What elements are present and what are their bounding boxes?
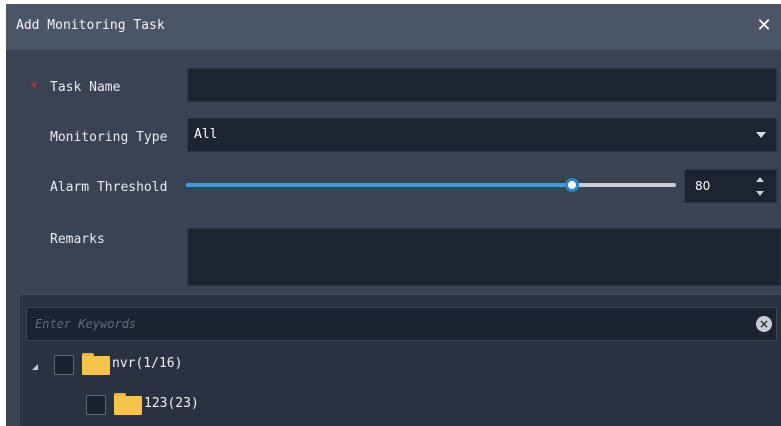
alarm-threshold-slider[interactable]	[186, 183, 676, 187]
expand-triangle-icon[interactable]	[32, 364, 38, 370]
alarm-threshold-stepper[interactable]: 80	[684, 169, 777, 203]
clear-search-icon[interactable]: ×	[756, 316, 772, 332]
folder-icon	[114, 393, 142, 415]
alarm-threshold-label: Alarm Threshold	[50, 180, 168, 195]
monitoring-type-select[interactable]: All	[187, 118, 777, 152]
tree-node-checkbox[interactable]	[54, 355, 74, 375]
close-icon[interactable]: ✕	[753, 13, 775, 39]
task-name-input[interactable]	[187, 68, 777, 102]
slider-fill	[186, 183, 578, 187]
remarks-label: Remarks	[50, 232, 105, 247]
search-input[interactable]: Enter Keywords ×	[26, 307, 777, 341]
decrement-icon[interactable]	[756, 191, 764, 196]
add-monitoring-task-dialog: Add Monitoring Task ✕ * Task Name Monito…	[6, 4, 781, 426]
remarks-textarea[interactable]	[187, 228, 781, 286]
search-placeholder: Enter Keywords	[35, 317, 137, 331]
slider-handle[interactable]	[565, 178, 579, 192]
tree-node-label: 123(23)	[144, 396, 199, 411]
required-marker: *	[30, 80, 39, 96]
alarm-threshold-value: 80	[695, 179, 711, 193]
task-name-label: Task Name	[50, 80, 121, 95]
tree-node-label: nvr(1/16)	[112, 356, 183, 371]
dialog-title: Add Monitoring Task	[16, 18, 165, 33]
dialog-titlebar: Add Monitoring Task ✕	[6, 4, 781, 50]
folder-icon	[82, 353, 110, 375]
tree-node-checkbox[interactable]	[86, 395, 106, 415]
tree-node-nvr[interactable]: nvr(1/16)	[32, 353, 332, 381]
tree-node-123[interactable]: 123(23)	[84, 393, 384, 421]
monitoring-type-label: Monitoring Type	[50, 130, 168, 145]
chevron-down-icon	[756, 132, 766, 138]
monitoring-type-value: All	[194, 127, 218, 142]
increment-icon[interactable]	[756, 177, 764, 182]
device-tree-panel: Enter Keywords × nvr(1/16) 123(23)	[20, 295, 781, 426]
